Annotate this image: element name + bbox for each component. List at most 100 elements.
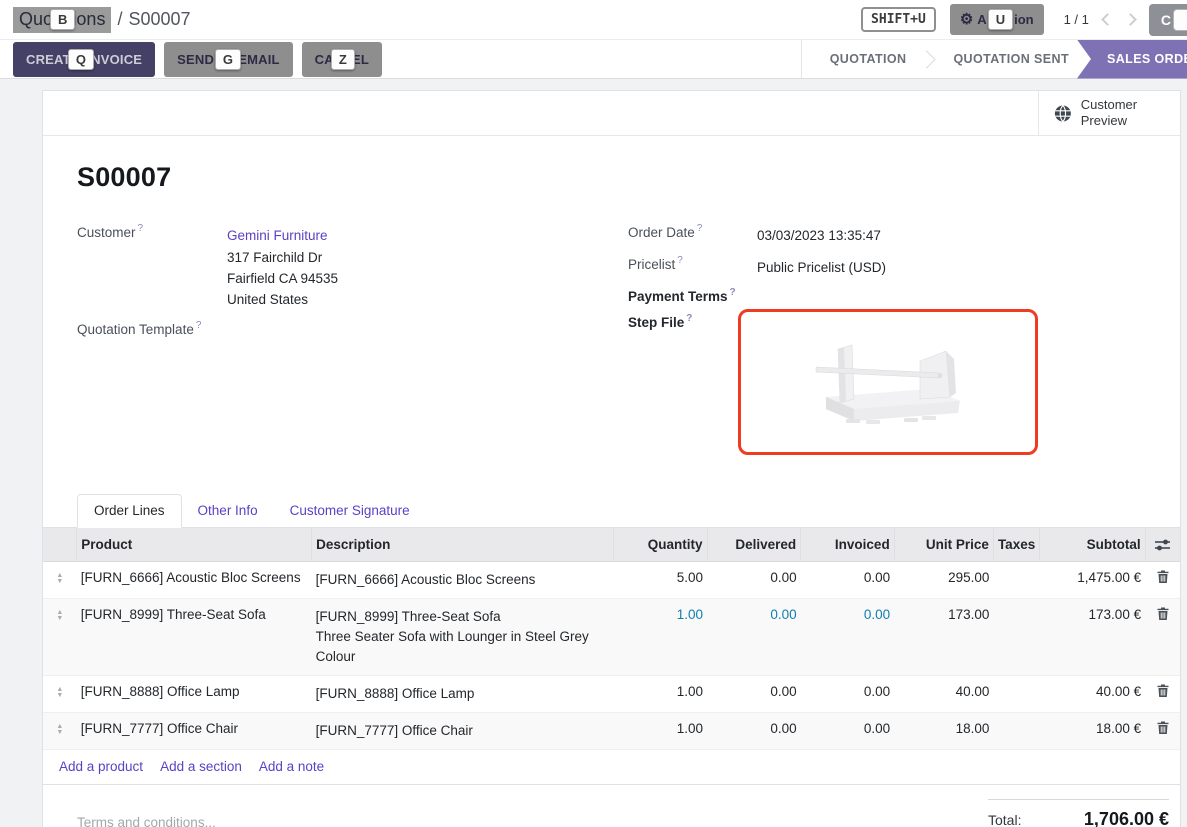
corner-button-label: C [1161, 12, 1171, 28]
order-line-row[interactable]: ▲▼ [FURN_7777] Office Chair [FURN_7777] … [43, 713, 1180, 750]
chevron-right-icon[interactable] [1124, 13, 1137, 26]
order-line-row[interactable]: ▲▼ [FURN_8888] Office Lamp [FURN_8888] O… [43, 676, 1180, 713]
action-bar: CREATQNVOICE SEND GEMAIL CAZEL QUOTATION… [0, 40, 1187, 79]
add-product-link[interactable]: Add a product [59, 759, 143, 774]
field-quotation-template: Quotation Template? [77, 322, 628, 337]
status-separator-icon [918, 50, 936, 68]
chevron-left-icon[interactable] [1101, 13, 1114, 26]
cell-delivered[interactable]: 0.00 [707, 676, 801, 713]
quotation-template-label: Quotation Template? [77, 322, 227, 337]
field-step-file: Step File? [628, 315, 1146, 455]
column-header-quantity[interactable]: Quantity [613, 528, 707, 562]
column-header-description[interactable]: Description [312, 528, 614, 562]
terms-placeholder[interactable]: Terms and conditions... [77, 815, 216, 827]
cell-taxes[interactable] [993, 713, 1039, 750]
trash-icon[interactable] [1157, 684, 1169, 697]
customer-preview-label: Customer Preview [1081, 97, 1180, 129]
cell-product[interactable]: [FURN_6666] Acoustic Bloc Screens [77, 562, 312, 599]
drag-handle-icon[interactable]: ▲▼ [47, 607, 73, 622]
tab-other-info[interactable]: Other Info [182, 495, 274, 527]
trash-icon[interactable] [1157, 607, 1169, 620]
action-buttons: CREATQNVOICE SEND GEMAIL CAZEL [0, 40, 382, 78]
add-section-link[interactable]: Add a section [160, 759, 242, 774]
corner-button[interactable]: C [1149, 4, 1187, 36]
keyboard-hint-create-invoice: Q [68, 49, 94, 70]
column-header-subtotal[interactable]: Subtotal [1040, 528, 1145, 562]
breadcrumb-quotations[interactable]: QuoBions [13, 7, 111, 33]
cell-invoiced[interactable]: 0.00 [801, 713, 895, 750]
send-email-button[interactable]: SEND GEMAIL [164, 42, 293, 77]
drag-handle-icon[interactable]: ▲▼ [47, 684, 73, 699]
cell-unit-price[interactable]: 173.00 [894, 599, 993, 676]
customer-preview-button[interactable]: Customer Preview [1038, 91, 1180, 135]
cell-taxes[interactable] [993, 676, 1039, 713]
order-line-row[interactable]: ▲▼ [FURN_6666] Acoustic Bloc Screens [FU… [43, 562, 1180, 599]
field-column-right: Order Date? 03/03/2023 13:35:47 Pricelis… [628, 225, 1146, 464]
tab-order-lines[interactable]: Order Lines [77, 494, 182, 528]
card-button-strip: Customer Preview [43, 91, 1180, 136]
column-header-product[interactable]: Product [77, 528, 312, 562]
column-header-unit-price[interactable]: Unit Price [894, 528, 993, 562]
cell-quantity[interactable]: 5.00 [613, 562, 707, 599]
order-date-value[interactable]: 03/03/2023 13:35:47 [757, 225, 881, 246]
drag-handle-icon[interactable]: ▲▼ [47, 721, 73, 736]
cell-taxes[interactable] [993, 562, 1039, 599]
create-invoice-label: CREAT [26, 52, 71, 67]
cell-unit-price[interactable]: 295.00 [894, 562, 993, 599]
create-invoice-button[interactable]: CREATQNVOICE [13, 42, 155, 77]
cell-delivered[interactable]: 0.00 [707, 713, 801, 750]
step-file-preview[interactable] [738, 309, 1038, 455]
cell-subtotal: 40.00 € [1040, 676, 1145, 713]
order-line-row[interactable]: ▲▼ [FURN_8999] Three-Seat Sofa [FURN_899… [43, 599, 1180, 676]
column-header-invoiced[interactable]: Invoiced [801, 528, 895, 562]
notebook-tabs: Order Lines Other Info Customer Signatur… [43, 494, 1180, 528]
top-right-controls: SHIFT+U ⚙ AUion 1 / 1 C [861, 4, 1181, 36]
column-header-delivered[interactable]: Delivered [707, 528, 801, 562]
cell-invoiced[interactable]: 0.00 [801, 676, 895, 713]
totals-box: Total: 1,706.00 € [988, 799, 1169, 827]
columns-adjust-icon[interactable] [1155, 539, 1170, 551]
sales-order-screen: QuoBions / S00007 SHIFT+U ⚙ AUion 1 / 1 … [0, 0, 1187, 827]
trash-icon[interactable] [1157, 721, 1169, 734]
add-note-link[interactable]: Add a note [259, 759, 324, 774]
help-icon: ? [686, 313, 692, 324]
breadcrumb-parent-text: ions [72, 9, 105, 30]
status-step-quotation-sent[interactable]: QUOTATION SENT [953, 52, 1069, 66]
status-step-quotation[interactable]: QUOTATION [830, 52, 907, 66]
cell-description[interactable]: [FURN_6666] Acoustic Bloc Screens [312, 562, 614, 599]
cell-taxes[interactable] [993, 599, 1039, 676]
tab-customer-signature[interactable]: Customer Signature [274, 495, 426, 527]
keyboard-hint-cancel: Z [331, 49, 355, 70]
action-label: ion [1014, 12, 1034, 27]
cell-description[interactable]: [FURN_8999] Three-Seat Sofa Three Seater… [312, 599, 614, 676]
customer-address: 317 Fairchild Dr Fairfield CA 94535 Unit… [227, 247, 338, 310]
trash-icon[interactable] [1157, 570, 1169, 583]
cell-quantity[interactable]: 1.00 [613, 599, 707, 676]
drag-handle-icon[interactable]: ▲▼ [47, 570, 73, 585]
help-icon: ? [138, 223, 144, 234]
form-card: Customer Preview S00007 Customer? Gemini… [42, 90, 1181, 827]
shortcut-badge: SHIFT+U [861, 7, 936, 32]
content-area: Customer Preview S00007 Customer? Gemini… [0, 79, 1187, 827]
action-menu-button[interactable]: ⚙ AUion [950, 4, 1044, 35]
cell-product[interactable]: [FURN_7777] Office Chair [77, 713, 312, 750]
column-header-taxes[interactable]: Taxes [993, 528, 1039, 562]
cell-quantity[interactable]: 1.00 [613, 676, 707, 713]
keyboard-hint-action: U [988, 9, 1013, 30]
customer-link[interactable]: Gemini Furniture [227, 228, 328, 243]
status-step-sales-order[interactable]: SALES ORDER [1077, 40, 1187, 79]
cell-quantity[interactable]: 1.00 [613, 713, 707, 750]
cell-description[interactable]: [FURN_7777] Office Chair [312, 713, 614, 750]
field-customer: Customer? Gemini Furniture 317 Fairchild… [77, 225, 628, 310]
cell-delivered[interactable]: 0.00 [707, 562, 801, 599]
cell-unit-price[interactable]: 18.00 [894, 713, 993, 750]
cell-invoiced[interactable]: 0.00 [801, 562, 895, 599]
cell-delivered[interactable]: 0.00 [707, 599, 801, 676]
cell-description[interactable]: [FURN_8888] Office Lamp [312, 676, 614, 713]
cancel-button[interactable]: CAZEL [302, 42, 382, 77]
cell-product[interactable]: [FURN_8999] Three-Seat Sofa [77, 599, 312, 676]
cell-invoiced[interactable]: 0.00 [801, 599, 895, 676]
pricelist-value[interactable]: Public Pricelist (USD) [757, 257, 886, 278]
cell-product[interactable]: [FURN_8888] Office Lamp [77, 676, 312, 713]
cell-unit-price[interactable]: 40.00 [894, 676, 993, 713]
